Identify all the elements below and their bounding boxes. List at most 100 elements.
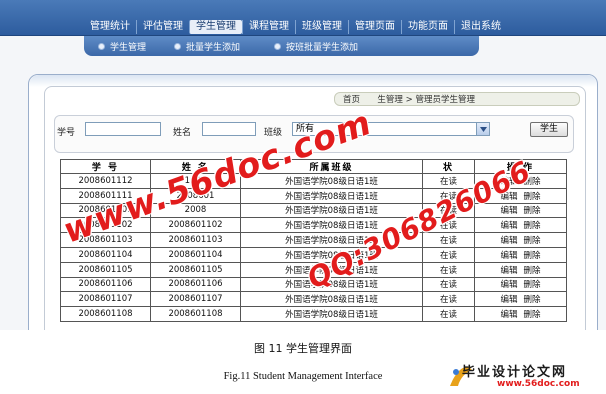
cell-name: 2008601 [150,187,241,204]
cell-class: 外国语学院08级日语1班 [240,232,423,248]
edit-link[interactable]: 编辑 [500,310,517,320]
cell-class: 外国语学院08级日语1班 [240,187,423,204]
logo-title: 毕业设计论文网 [462,365,568,380]
table-row: 2008601107 2008601107 外国语学院08级日语1班 在读 编辑 删除 [60,291,567,308]
edit-link[interactable]: 编辑 [500,206,517,216]
cell-id: 2008601103 [60,232,151,248]
nav-item-7[interactable]: 退出系统 [454,20,507,34]
cell-status: 在读 [422,261,475,278]
breadcrumb-home[interactable]: 首页 [343,95,360,105]
column-header-name: 姓 名 [150,159,241,174]
delete-link[interactable]: 删除 [524,266,541,276]
cell-id: 2008601111 [60,187,151,204]
cell-status: 在读 [422,232,475,248]
cell-class: 外国语学院08级日语1班 [240,217,423,234]
cell-id: 2008601108 [60,306,151,322]
class-select[interactable]: 所有 [292,122,490,136]
cell-name: 2008601104 [150,246,241,263]
cell-actions: 编辑 删除 [474,232,567,248]
breadcrumb: 首页 生管理 > 管理员学生管理 [334,92,580,106]
table-row: 2008601106 2008601106 外国语学院08级日语1班 在读 编辑 删除 [60,276,567,293]
student-table: 学 号 姓 名 所属班级 状 操 作 2008601112 1121 外国语学院08… [60,159,567,322]
chevron-down-icon[interactable] [476,123,489,135]
delete-link[interactable]: 删除 [524,192,541,202]
figure-caption-cn: 图 11 学生管理界面 [254,342,352,355]
delete-link[interactable]: 删除 [524,221,541,231]
delete-link[interactable]: 删除 [524,251,541,261]
cell-name: 2008601107 [150,291,241,308]
table-row: 2008601101 2008 外国语学院08级日语1班 在读 编辑 删除 [60,202,567,219]
sub-navigation: 学生管理 批量学生添加 按班批量学生添加 [84,36,479,56]
cell-name: 2008601106 [150,276,241,293]
bullet-icon [274,42,282,50]
nav-item-5[interactable]: 管理页面 [348,20,401,34]
cell-actions: 编辑 删除 [474,306,567,322]
delete-link[interactable]: 删除 [524,177,541,187]
screenshot-area: 管理统计 评估管理 学生管理 课程管理 班级管理 管理页面 功能页面 退出系统 学生管理 批量学… [0,0,606,330]
bullet-icon [174,42,182,50]
edit-link[interactable]: 编辑 [500,236,517,246]
edit-link[interactable]: 编辑 [500,251,517,261]
cell-class: 外国语学院08级日语1班 [240,246,423,263]
nav-item-3[interactable]: 课程管理 [242,20,295,34]
cell-class: 外国语学院08级日语1班 [240,291,423,308]
table-header-row: 学 号 姓 名 所属班级 状 操 作 [60,159,567,174]
edit-link[interactable]: 编辑 [500,295,517,305]
cell-actions: 编辑 删除 [474,173,567,189]
table-row: 2008601108 2008601108 外国语学院08级日语1班 在读 编辑 删除 [60,306,567,322]
delete-link[interactable]: 删除 [524,206,541,216]
subnav-item-label: 学生管理 [110,42,147,53]
name-input[interactable] [202,122,256,136]
column-header-actions: 操 作 [474,159,567,174]
delete-link[interactable]: 删除 [524,280,541,290]
edit-link[interactable]: 编辑 [500,177,517,187]
nav-item-4[interactable]: 班级管理 [295,20,348,34]
breadcrumb-separator: > [405,95,413,105]
class-select-value: 所有 [296,124,315,134]
cell-id: 2008601102 [60,217,151,234]
cell-actions: 编辑 删除 [474,217,567,234]
cell-id: 2008601106 [60,276,151,293]
edit-link[interactable]: 编辑 [500,266,517,276]
delete-link[interactable]: 删除 [524,310,541,320]
cell-status: 在读 [422,246,475,263]
cell-name: 2008 [150,202,241,219]
nav-item-6[interactable]: 功能页面 [401,20,454,34]
cell-status: 在读 [422,306,475,322]
cell-actions: 编辑 删除 [474,276,567,293]
cell-status: 在读 [422,173,475,189]
class-label: 班级 [264,128,283,138]
cell-name: 2008601108 [150,306,241,322]
column-header-student-id: 学 号 [60,159,151,174]
table-body: 2008601112 1121 外国语学院08级日语1班 在读 编辑 删除 20086011… [60,173,567,322]
subnav-item-0[interactable]: 学生管理 [98,40,146,53]
nav-item-0[interactable]: 管理统计 [84,20,136,34]
column-header-status: 状 [422,159,475,174]
table-row: 2008601104 2008601104 外国语学院08级日语1班 在读 编辑 删除 [60,246,567,263]
name-label: 姓名 [173,128,192,138]
cell-actions: 编辑 删除 [474,187,567,204]
delete-link[interactable]: 删除 [524,236,541,246]
cell-name: 2008601105 [150,261,241,278]
breadcrumb-student-management[interactable]: 生管理 [377,95,403,105]
nav-item-1[interactable]: 评估管理 [136,20,189,34]
cell-class: 外国语学院08级日语1班 [240,276,423,293]
student-id-input[interactable] [85,122,161,136]
cell-status: 在读 [422,217,475,234]
cell-class: 外国语学院08级日语1班 [240,261,423,278]
table-row: 2008601105 2008601105 外国语学院08级日语1班 在读 编辑 删除 [60,261,567,278]
edit-link[interactable]: 编辑 [500,221,517,231]
delete-link[interactable]: 删除 [524,295,541,305]
table-row: 2008601102 2008601102 外国语学院08级日语1班 在读 编辑 删除 [60,217,567,234]
nav-item-2[interactable]: 学生管理 [189,20,242,34]
nav-menu: 管理统计 评估管理 学生管理 课程管理 班级管理 管理页面 功能页面 退出系统 [84,20,507,34]
edit-link[interactable]: 编辑 [500,280,517,290]
edit-link[interactable]: 编辑 [500,192,517,202]
cell-class: 外国语学院08级日语1班 [240,202,423,219]
subnav-item-2[interactable]: 按班批量学生添加 [274,40,358,53]
search-student-button[interactable]: 学生 [530,122,568,137]
cell-status: 在读 [422,187,475,204]
subnav-item-label: 按班批量学生添加 [286,42,359,53]
cell-id: 2008601105 [60,261,151,278]
subnav-item-1[interactable]: 批量学生添加 [174,40,240,53]
